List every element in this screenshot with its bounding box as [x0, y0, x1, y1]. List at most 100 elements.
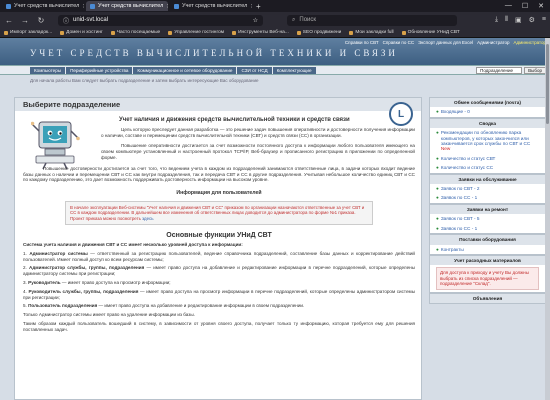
svt-service-link[interactable]: ● Заявок по СВТ - 2 [430, 184, 545, 193]
sidebar-icon[interactable]: ▣ [515, 16, 522, 24]
new-badge: New [440, 146, 451, 152]
bullet-icon: ● [436, 195, 439, 201]
right-sidebar: Обмен сообщениями (почта) ● Входящие - 0 … [429, 97, 546, 400]
ss-count-link[interactable]: ● Количество и статус СС [430, 163, 545, 172]
level-item: 1. Администратор системы — ответственный… [23, 250, 415, 262]
repair-box: Заявки на ремонт ● Заявок по СВТ - 5 ● Зая… [429, 203, 546, 235]
folder-icon [60, 30, 65, 35]
department-select[interactable]: Подразделение [476, 66, 523, 74]
close-tab-icon[interactable]: ✕ [250, 3, 252, 10]
header-link[interactable]: Экспорт данных для Excel [418, 40, 473, 45]
ss-repair-link[interactable]: ● Заявок по СС - 1 [430, 224, 545, 233]
inbox-link[interactable]: ● Входящие - 0 [430, 107, 545, 116]
bookmarks-bar: Импорт закладок... Домен и хостинг Часто… [0, 28, 550, 38]
bookmark-item[interactable]: Управление гостингом [168, 30, 224, 35]
minimize-icon[interactable]: — [505, 2, 512, 10]
header-links: Справки по СВТ Справки по СС Экспорт дан… [345, 40, 546, 45]
level-item: 5. Пользователь подразделения — имеет пр… [23, 303, 305, 309]
paragraph: Повышение достоверности достигается за с… [23, 165, 415, 183]
service-title: Заявки на обслуживание [430, 174, 545, 185]
site-title: УЧЕТ СРЕДСТВ ВЫЧИСЛИТЕЛЬНОЙ ТЕХНИКИ И СВ… [30, 48, 398, 58]
browser-tab-active[interactable]: Учет средств вычислител ✕ [86, 1, 168, 11]
bullet-icon: ● [436, 109, 439, 115]
bullet-icon: ● [436, 155, 439, 161]
levels-intro: Система учета наличия и движения СВТ и С… [23, 241, 243, 247]
content-body: Учет наличия и движения средств вычислит… [23, 112, 415, 333]
forward-icon[interactable]: → [20, 16, 30, 25]
paragraph: Цель которую преследует данная разработк… [101, 126, 415, 138]
notice-link[interactable]: здесь [142, 216, 153, 221]
close-tab-icon[interactable]: ✕ [166, 3, 168, 10]
bookmark-item[interactable]: Часто посещаемые [110, 30, 160, 35]
menu-item-components[interactable]: Комплектующие [272, 66, 316, 74]
recommendations-link[interactable]: ● Рекомендации по обновлению парка компью… [430, 128, 545, 154]
bookmark-item[interactable]: Инструменты Веб-на... [232, 30, 289, 35]
search-bar[interactable]: ⌕ Поиск [287, 14, 457, 26]
bookmark-item[interactable]: Обновление УНиД СВТ [401, 30, 460, 35]
scrollbar-thumb[interactable] [546, 44, 549, 124]
news-title: Объявления [430, 293, 545, 303]
svt-count-link[interactable]: ● Количество и статус СВТ [430, 154, 545, 163]
notice-box: В начале эксплуатации Веб-системы "Учет … [65, 200, 373, 226]
maximize-icon[interactable]: ☐ [522, 2, 528, 10]
paragraph: Таким образом каждый пользователь вошедш… [23, 320, 415, 332]
level-item: 3. Руководитель — имеет право доступа на… [23, 279, 171, 285]
svt-repair-link[interactable]: ● Заявок по СВТ - 5 [430, 214, 545, 223]
browser-tab[interactable]: Учет средств вычислител ✕ [2, 1, 84, 11]
browser-tab[interactable]: Учет средств вычислител ✕ [170, 1, 252, 11]
folder-icon [349, 30, 354, 35]
bookmark-item[interactable]: Импорт закладок... [4, 30, 52, 35]
level-item: 4. Руководитель службы, группы, подразде… [23, 288, 415, 300]
url-bar[interactable]: ⓘ unid-svt.local ☆ [58, 14, 263, 26]
header-link[interactable]: Справки по СВТ [345, 40, 379, 45]
browser-tabbar: Учет средств вычислител ✕ Учет средств в… [0, 0, 550, 12]
library-icon[interactable]: ⫴ [505, 16, 508, 24]
tab-label: Учет средств вычислител [182, 3, 248, 9]
bullet-icon: ● [436, 130, 439, 136]
ss-service-link[interactable]: ● Заявок по СС - 1 [430, 193, 545, 202]
bookmark-star-icon[interactable]: ☆ [253, 17, 258, 24]
materials-title: Учет расходных материалов [430, 255, 545, 266]
header-link[interactable]: Администратор [477, 40, 509, 45]
close-tab-icon[interactable]: ✕ [82, 3, 84, 10]
bookmark-item[interactable]: Домен и хостинг [60, 30, 103, 35]
intro-heading: Учет наличия и движения средств вычислит… [119, 117, 350, 123]
service-box: Заявки на обслуживание ● Заявок по СВТ - … [429, 173, 546, 204]
bullet-icon: ● [436, 186, 439, 192]
menu-item-peripherals[interactable]: Периферийные устройства [66, 66, 133, 74]
news-box: Объявления [429, 292, 546, 304]
repair-title: Заявки на ремонт [430, 204, 545, 215]
bookmark-item[interactable]: SEO продвижени [296, 30, 341, 35]
current-user[interactable]: Администратор [514, 40, 546, 45]
back-icon[interactable]: ← [4, 16, 14, 25]
select-button[interactable]: Выбор [524, 66, 546, 74]
bookmark-item[interactable]: Мои закладки full [349, 30, 394, 35]
tab-label: Учет средств вычислител [98, 3, 164, 9]
close-window-icon[interactable]: ✕ [538, 2, 544, 10]
summary-box: Сводка ● Рекомендации по обновлению парка… [429, 117, 546, 174]
menu-item-network[interactable]: Коммуникационное и сетевое оборудование [133, 66, 237, 74]
bullet-icon: ● [436, 225, 439, 231]
url-text: unid-svt.local [73, 17, 109, 23]
new-tab-button[interactable]: + [256, 2, 261, 11]
reload-icon[interactable]: ↻ [36, 16, 46, 25]
menu-item-computers[interactable]: Компьютеры [30, 66, 66, 74]
page-scrollbar[interactable] [545, 38, 550, 400]
folder-icon [168, 30, 173, 35]
download-icon[interactable]: ⤓ [495, 16, 498, 24]
bullet-icon: ● [436, 165, 439, 171]
folder-icon [296, 30, 301, 35]
folder-icon [401, 30, 406, 35]
contracts-link[interactable]: ● Контракты [430, 245, 545, 254]
supplies-title: Поставки оборудования [430, 235, 545, 245]
summary-title: Сводка [430, 118, 545, 129]
header-link[interactable]: Справки по СС [383, 40, 415, 45]
extensions-icon[interactable]: ⚙ [529, 16, 535, 24]
materials-notice: Для доступа к приходу и учету Вы должны … [436, 267, 539, 290]
tab-favicon-icon [90, 3, 95, 9]
menu-icon[interactable]: ≡ [542, 16, 546, 24]
main-content: Выберите подразделение L Учет наличия и … [14, 97, 422, 400]
paragraph: Только Администратор системы имеет право… [23, 312, 195, 318]
menu-item-security[interactable]: СЗИ от НСД [237, 66, 272, 74]
supplies-box: Поставки оборудования ● Контракты [429, 234, 546, 255]
